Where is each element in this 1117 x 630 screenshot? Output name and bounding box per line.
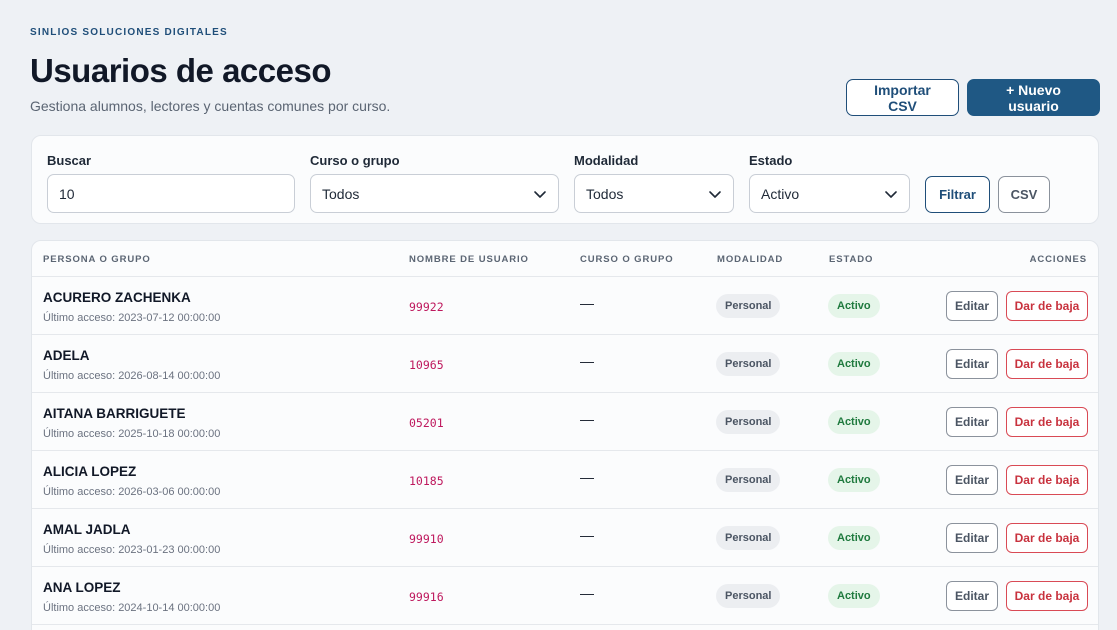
chevron-down-icon (885, 190, 897, 198)
course-value: — (580, 585, 594, 601)
search-field[interactable] (47, 174, 295, 213)
course-label: Curso o grupo (310, 153, 400, 168)
state-select[interactable]: Activo (749, 174, 910, 213)
state-label: Estado (749, 153, 793, 168)
person-name: ALICIA LOPEZ (43, 464, 137, 479)
course-value: — (580, 353, 594, 369)
deactivate-button[interactable]: Dar de baja (1006, 349, 1088, 379)
state-select-value: Activo (761, 185, 800, 202)
edit-button[interactable]: Editar (946, 523, 998, 553)
mode-select-value: Todos (586, 185, 624, 202)
last-access: Último acceso: 2025-10-18 00:00:00 (43, 428, 221, 440)
last-access: Último acceso: 2026-08-14 00:00:00 (43, 370, 221, 382)
edit-button[interactable]: Editar (946, 465, 998, 495)
new-user-button[interactable]: + Nuevo usuario (967, 79, 1100, 116)
course-value: — (580, 295, 594, 311)
course-select[interactable]: Todos (310, 174, 559, 213)
mode-badge: Personal (716, 352, 781, 376)
table-row: AITANA BARRIGUETE Último acceso: 2025-10… (32, 393, 1098, 451)
person-name: AITANA BARRIGUETE (43, 406, 186, 421)
search-label: Buscar (47, 153, 92, 168)
username: 05201 (409, 416, 444, 430)
page: SINLIOS SOLUCIONES DIGITALES Usuarios de… (0, 0, 1117, 630)
username: 99910 (409, 532, 444, 546)
username: 99922 (409, 300, 444, 314)
page-subtitle: Gestiona alumnos, lectores y cuentas com… (30, 98, 391, 114)
filter-panel: Buscar Curso o grupo Todos Modalidad Tod… (31, 135, 1099, 224)
col-state: ESTADO (829, 254, 874, 265)
deactivate-button[interactable]: Dar de baja (1006, 523, 1088, 553)
last-access: Último acceso: 2023-07-12 00:00:00 (43, 312, 221, 324)
mode-badge: Personal (716, 410, 781, 434)
person-name: ANA LOPEZ (43, 580, 121, 595)
username: 10965 (409, 358, 444, 372)
last-access: Último acceso: 2023-01-23 00:00:00 (43, 544, 221, 556)
col-person: PERSONA O GRUPO (43, 254, 151, 265)
course-select-value: Todos (322, 185, 360, 202)
status-badge: Activo (828, 294, 880, 318)
deactivate-button[interactable]: Dar de baja (1006, 407, 1088, 437)
edit-button[interactable]: Editar (946, 407, 998, 437)
last-access: Último acceso: 2026-03-06 00:00:00 (43, 486, 221, 498)
edit-button[interactable]: Editar (946, 291, 998, 321)
mode-badge: Personal (716, 526, 781, 550)
deactivate-button[interactable]: Dar de baja (1006, 581, 1088, 611)
table-row: ANA LOPEZ Último acceso: 2024-10-14 00:0… (32, 567, 1098, 625)
edit-button[interactable]: Editar (946, 349, 998, 379)
status-badge: Activo (828, 584, 880, 608)
deactivate-button[interactable]: Dar de baja (1006, 465, 1088, 495)
status-badge: Activo (828, 526, 880, 550)
table-row: AMAL JADLA Último acceso: 2023-01-23 00:… (32, 509, 1098, 567)
status-badge: Activo (828, 410, 880, 434)
header-actions: Importar CSV + Nuevo usuario (846, 79, 1100, 116)
deactivate-button[interactable]: Dar de baja (1006, 291, 1088, 321)
filter-button[interactable]: Filtrar (925, 176, 990, 213)
mode-badge: Personal (716, 468, 781, 492)
course-value: — (580, 527, 594, 543)
last-access: Último acceso: 2024-10-14 00:00:00 (43, 602, 221, 614)
mode-label: Modalidad (574, 153, 639, 168)
mode-badge: Personal (716, 294, 781, 318)
col-mode: MODALIDAD (717, 254, 784, 265)
username: 10185 (409, 474, 444, 488)
users-table: PERSONA O GRUPO NOMBRE DE USUARIO CURSO … (31, 240, 1099, 630)
table-header: PERSONA O GRUPO NOMBRE DE USUARIO CURSO … (32, 241, 1098, 277)
table-row: ADELA Último acceso: 2026-08-14 00:00:00… (32, 335, 1098, 393)
edit-button[interactable]: Editar (946, 581, 998, 611)
chevron-down-icon (534, 190, 546, 198)
col-username: NOMBRE DE USUARIO (409, 254, 529, 265)
import-csv-button[interactable]: Importar CSV (846, 79, 959, 116)
person-name: AMAL JADLA (43, 522, 131, 537)
person-name: ACURERO ZACHENKA (43, 290, 191, 305)
table-row: ACURERO ZACHENKA Último acceso: 2023-07-… (32, 277, 1098, 335)
mode-badge: Personal (716, 584, 781, 608)
search-input[interactable] (59, 185, 283, 202)
person-name: ADELA (43, 348, 90, 363)
username: 99916 (409, 590, 444, 604)
page-title: Usuarios de acceso (30, 52, 332, 89)
table-row: ALICIA LOPEZ Último acceso: 2026-03-06 0… (32, 451, 1098, 509)
chevron-down-icon (709, 190, 721, 198)
brand-eyebrow: SINLIOS SOLUCIONES DIGITALES (30, 27, 228, 38)
status-badge: Activo (828, 468, 880, 492)
export-csv-button[interactable]: CSV (998, 176, 1050, 213)
course-value: — (580, 411, 594, 427)
status-badge: Activo (828, 352, 880, 376)
col-course: CURSO O GRUPO (580, 254, 674, 265)
course-value: — (580, 469, 594, 485)
mode-select[interactable]: Todos (574, 174, 734, 213)
col-actions: ACCIONES (1029, 254, 1087, 265)
